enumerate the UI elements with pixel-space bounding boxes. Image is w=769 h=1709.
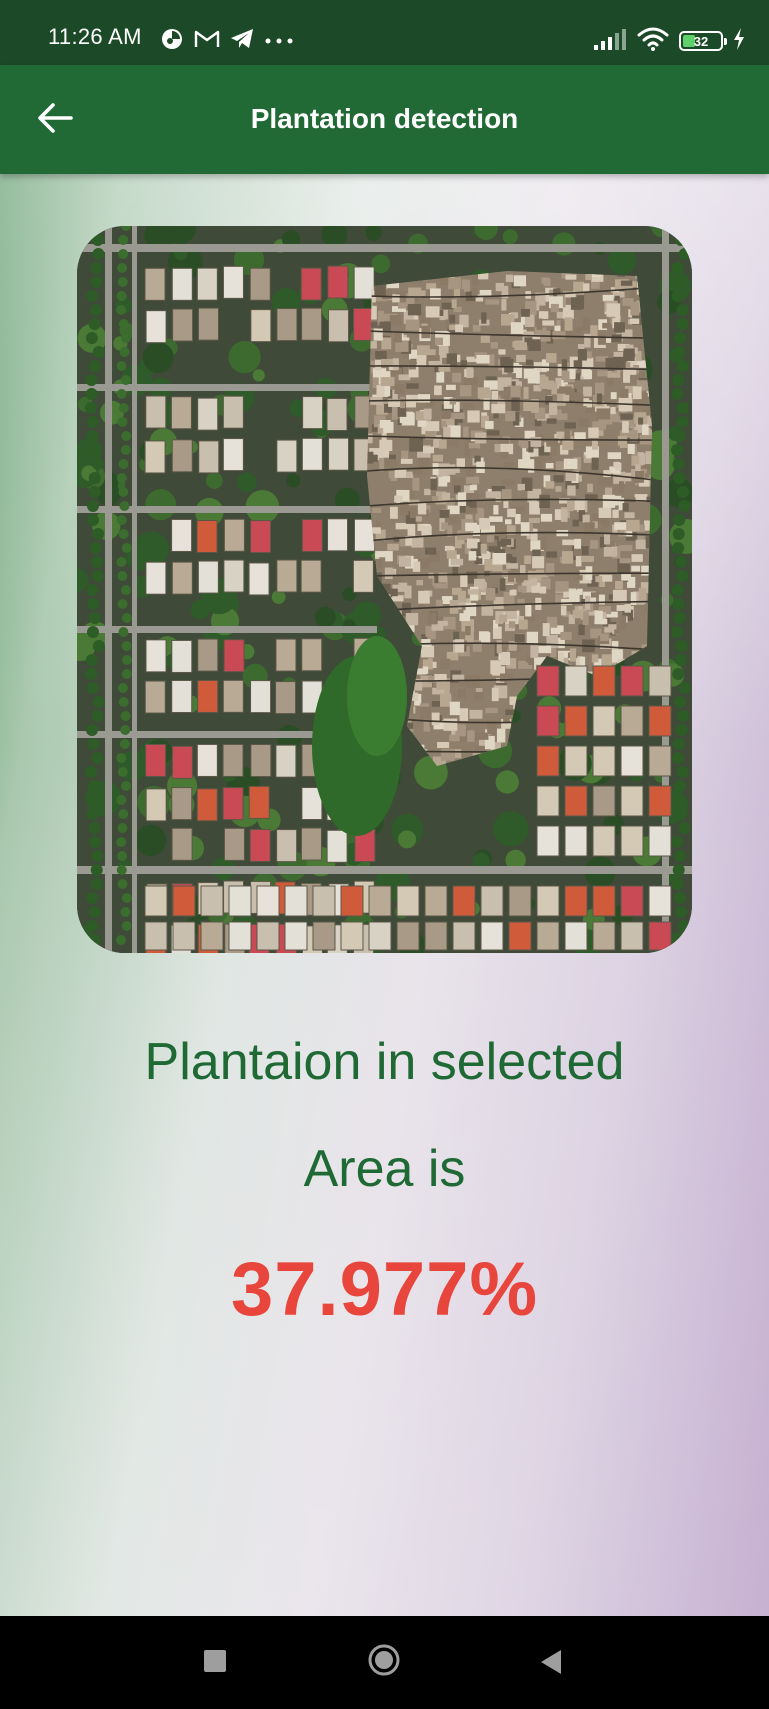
signal-icon [593,28,627,55]
result-label-line-2: Area is [303,1140,466,1198]
status-time: 11:26 AM [48,24,142,49]
home-icon[interactable] [367,1643,401,1677]
telegram-icon [230,28,254,55]
system-nav-bar [0,1616,769,1709]
plantation-percentage: 37.977% [230,1247,539,1332]
charging-icon [733,27,745,55]
wifi-icon [637,27,669,56]
status-icons-right: 32 [593,26,745,56]
status-bar: 11:26 AM 32 [0,0,769,65]
back-icon[interactable] [538,1649,564,1675]
more-dots-icon [264,32,294,50]
battery-cap [724,38,727,45]
app-bar: Plantation detection [0,65,769,174]
aerial-city-photo [77,226,692,953]
battery-level: 32 [693,33,709,49]
main-content: Plantaion in selected Area is 37.977% [0,174,769,1616]
result-label-line-1: Plantaion in selected [144,1033,625,1091]
app-screen: 11:26 AM 32 Plantation detection Plantai… [0,0,769,1709]
recent-apps-icon[interactable] [204,1650,226,1672]
page-title: Plantation detection [250,103,519,134]
notification-app-icon [160,27,184,56]
battery-icon: 32 [679,31,727,51]
gmail-icon [194,29,220,54]
status-icons-left [160,28,294,54]
